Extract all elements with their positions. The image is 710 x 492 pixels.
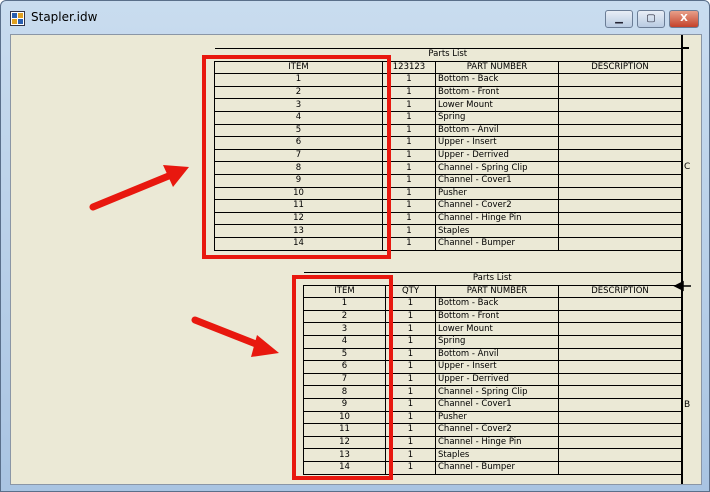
center-mark-arrow-icon <box>673 280 691 292</box>
app-icon <box>10 11 25 26</box>
highlight-box-2 <box>292 275 393 480</box>
window-title: Stapler.idw <box>31 10 98 24</box>
red-arrow-icon-1 <box>89 165 189 211</box>
red-arrow-icon-2 <box>191 316 279 357</box>
highlight-box-1 <box>202 55 391 259</box>
maximize-button[interactable]: ▢ <box>637 10 665 28</box>
minimize-button[interactable]: ▁ <box>605 10 633 28</box>
drawing-sheet[interactable]: Parts List ITEM 123123 PART NUMBER DESCRIPTI… <box>10 34 702 485</box>
annotation-overlay <box>89 55 691 480</box>
close-button[interactable]: X <box>669 10 699 28</box>
drawing-window: Stapler.idw ▁ ▢ X Parts List ITEM 123123 PA… <box>0 0 710 492</box>
title-bar[interactable]: Stapler.idw ▁ ▢ X <box>1 1 709 33</box>
